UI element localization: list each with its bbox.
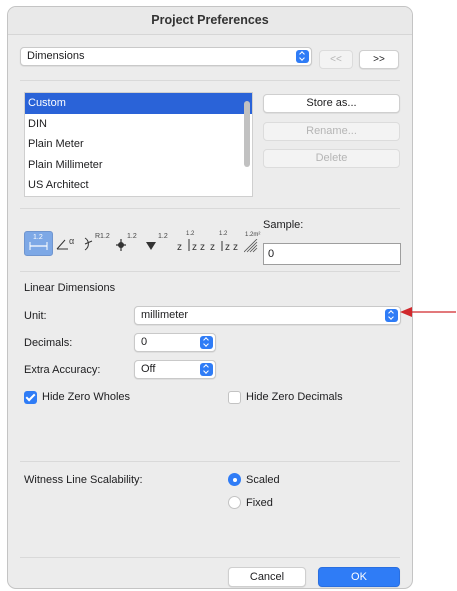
chevron-updown-icon — [385, 309, 398, 322]
svg-text:z: z — [192, 242, 197, 253]
category-popup[interactable]: Dimensions — [20, 47, 312, 66]
chevron-updown-icon — [296, 50, 309, 63]
svg-text:z: z — [200, 242, 205, 253]
elevation-dimension-label: 1.2 — [158, 233, 168, 240]
separator — [20, 80, 400, 81]
list-item[interactable]: DIN — [25, 114, 252, 135]
list-item[interactable]: Plain Millimeter — [25, 155, 252, 176]
witness-line-label: Witness Line Scalability: — [24, 474, 143, 486]
separator — [20, 461, 400, 462]
decimals-popup[interactable]: 0 — [134, 333, 216, 352]
hide-zero-wholes-checkbox[interactable] — [24, 391, 37, 404]
list-scrollbar[interactable] — [244, 101, 250, 167]
decimals-popup-value: 0 — [141, 336, 148, 348]
radial-dimension-label: R1.2 — [95, 233, 110, 240]
sample-preview: 0 — [263, 243, 401, 265]
dialog-title: Project Preferences — [8, 7, 412, 35]
rename-button[interactable]: Rename... — [263, 122, 400, 141]
separator — [20, 557, 400, 558]
store-as-button[interactable]: Store as... — [263, 94, 400, 113]
section-title: Linear Dimensions — [24, 282, 116, 294]
svg-text:z: z — [210, 242, 215, 253]
unit-label: Unit: — [24, 310, 47, 322]
hide-zero-decimals-checkbox[interactable] — [228, 391, 241, 404]
sill-height-dimension-label: 1.2 — [219, 231, 228, 237]
extra-accuracy-popup-value: Off — [141, 363, 156, 375]
area-dimension-label: 1.2m² — [245, 232, 261, 238]
separator — [20, 271, 400, 272]
svg-text:z: z — [233, 242, 238, 253]
next-page-button[interactable]: >> — [359, 50, 399, 69]
linear-dimension-icon[interactable]: 1.2 — [24, 231, 53, 256]
ok-button[interactable]: OK — [318, 567, 400, 587]
chevron-updown-icon — [200, 363, 213, 376]
category-popup-value: Dimensions — [27, 50, 85, 62]
scaled-radio[interactable] — [228, 473, 241, 486]
door-window-dimension-label: 1.2 — [186, 231, 195, 237]
previous-page-button[interactable]: << — [319, 50, 353, 69]
extra-accuracy-label: Extra Accuracy: — [24, 364, 101, 376]
project-preferences-dialog: Project Preferences Dimensions << >> Cus… — [7, 6, 413, 589]
linear-dimension-label: 1.2 — [33, 234, 43, 241]
list-item[interactable]: Custom — [25, 93, 252, 114]
angular-dimension-label: α — [69, 236, 75, 246]
separator — [20, 208, 400, 209]
svg-text:z: z — [177, 242, 182, 253]
chevron-updown-icon — [200, 336, 213, 349]
list-item[interactable]: US Architect — [25, 175, 252, 196]
hide-zero-wholes-label: Hide Zero Wholes — [42, 391, 131, 403]
level-dimension-label: 1.2 — [127, 233, 137, 240]
fixed-radio-label: Fixed — [246, 497, 273, 509]
annotation-arrow-icon — [400, 307, 456, 317]
unit-popup[interactable]: millimeter — [134, 306, 401, 325]
cancel-button[interactable]: Cancel — [228, 567, 306, 587]
extra-accuracy-popup[interactable]: Off — [134, 360, 216, 379]
sample-label: Sample: — [263, 219, 304, 231]
hide-zero-decimals-label: Hide Zero Decimals — [246, 391, 343, 403]
decimals-label: Decimals: — [24, 337, 73, 349]
dimension-standards-list[interactable]: Custom DIN Plain Meter Plain Millimeter … — [24, 92, 253, 197]
svg-text:z: z — [225, 242, 230, 253]
delete-button[interactable]: Delete — [263, 149, 400, 168]
list-item[interactable]: Plain Meter — [25, 134, 252, 155]
scaled-radio-label: Scaled — [246, 474, 280, 486]
fixed-radio[interactable] — [228, 496, 241, 509]
unit-popup-value: millimeter — [141, 309, 189, 321]
